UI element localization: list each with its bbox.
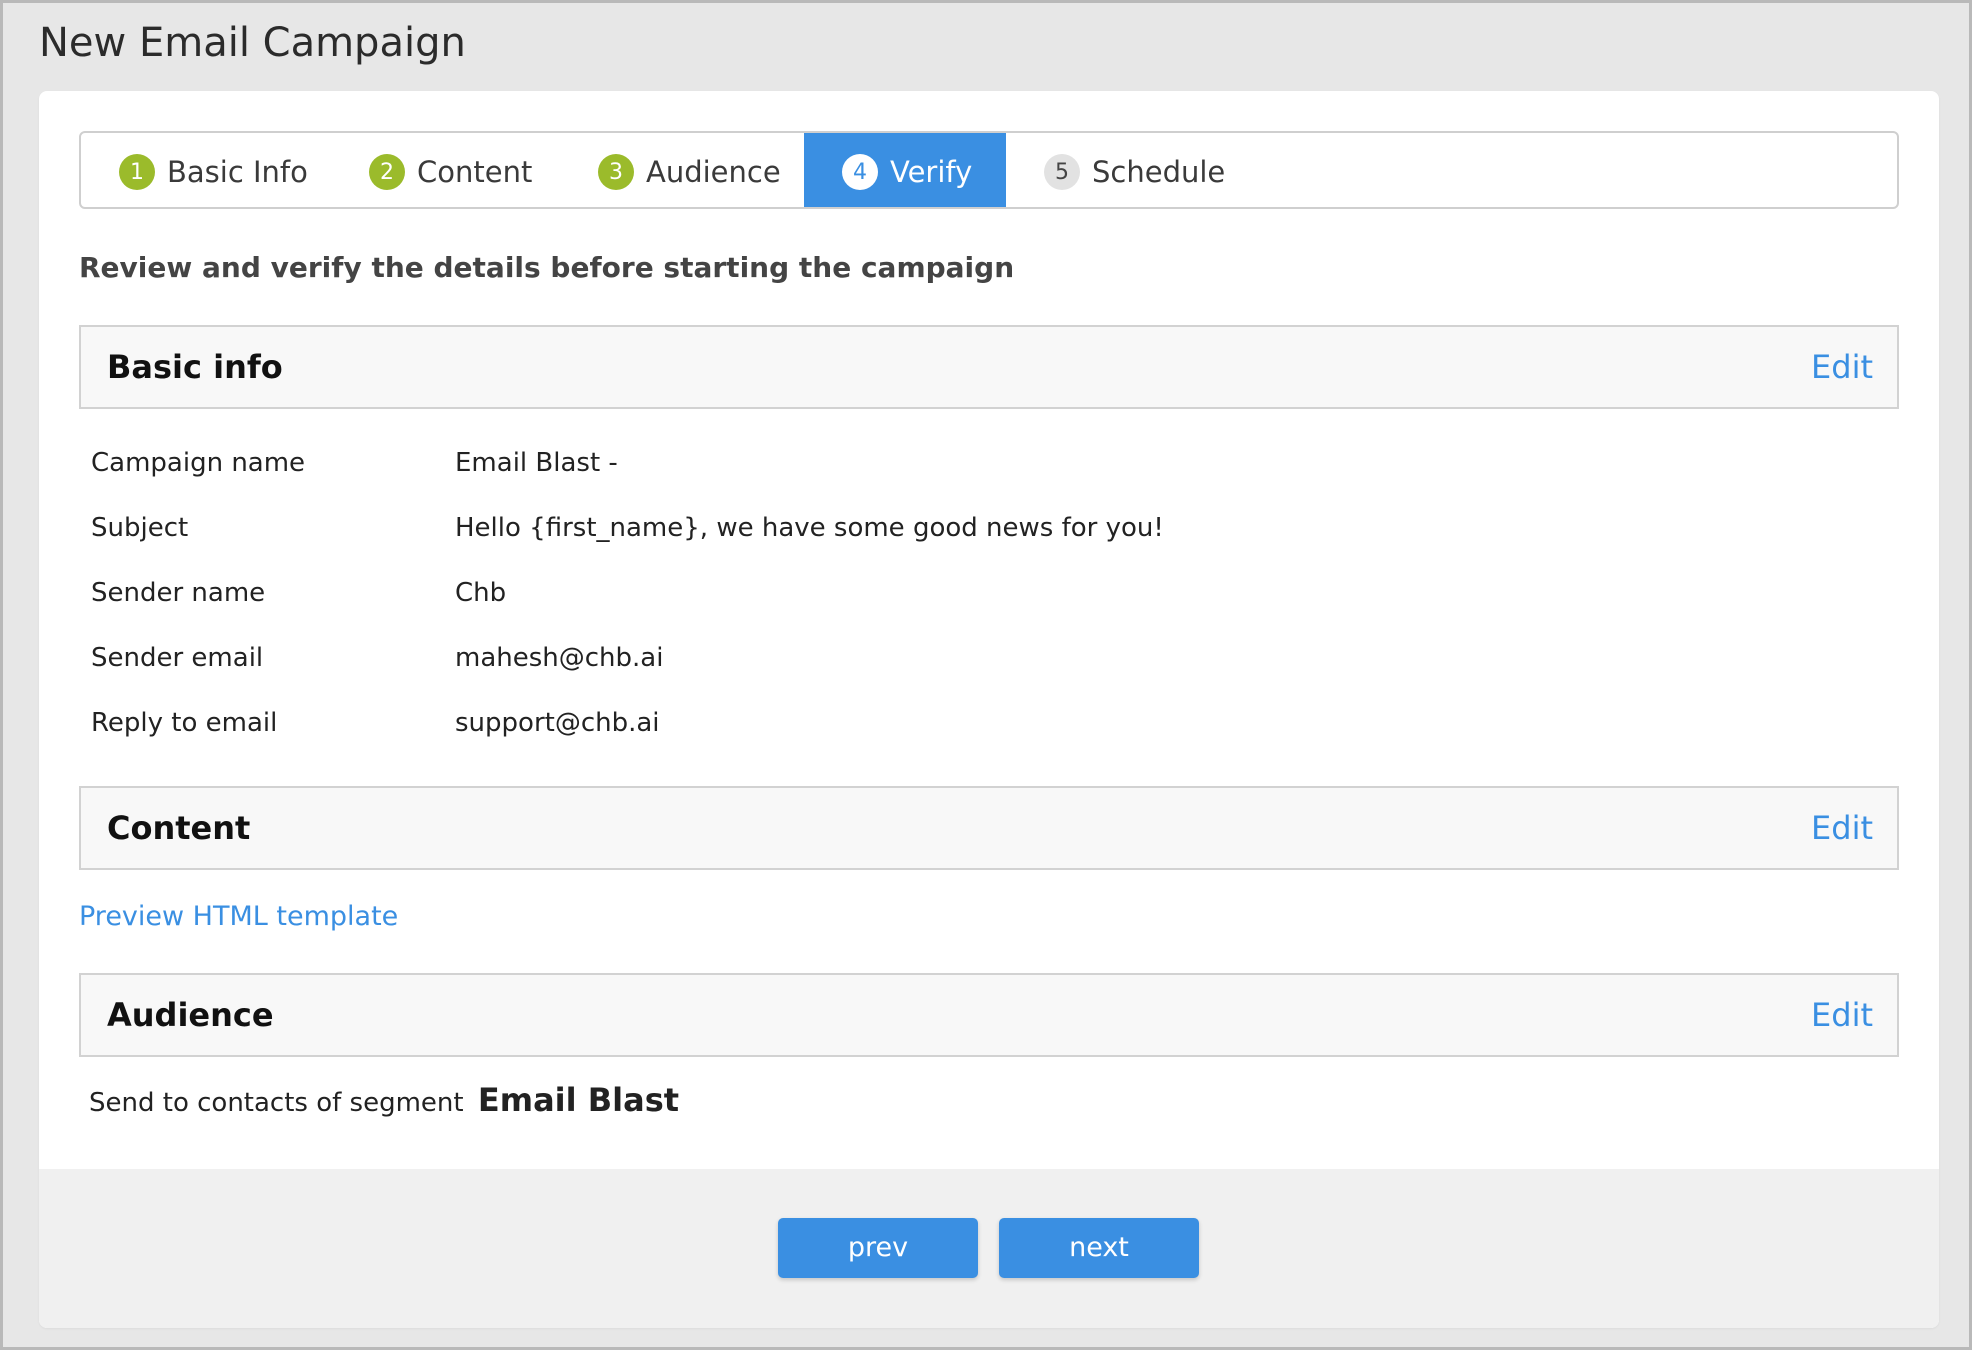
edit-audience-link[interactable]: Edit <box>1811 975 1873 1055</box>
step-number-badge: 5 <box>1044 154 1080 190</box>
step-label: Audience <box>646 155 781 189</box>
basic-info-section-header: Basic info Edit <box>79 325 1899 409</box>
detail-value: support@chb.ai <box>455 708 660 738</box>
detail-value: mahesh@chb.ai <box>455 643 664 673</box>
detail-label: Reply to email <box>91 708 278 738</box>
preview-html-template-link[interactable]: Preview HTML template <box>79 901 398 932</box>
edit-content-link[interactable]: Edit <box>1811 788 1873 868</box>
app-window: New Email Campaign 1 Basic Info 2 Conten… <box>0 0 1972 1350</box>
content-section-header: Content Edit <box>79 786 1899 870</box>
step-content[interactable]: 2 Content <box>331 133 560 207</box>
step-audience[interactable]: 3 Audience <box>560 133 804 207</box>
step-number-badge: 3 <box>598 154 634 190</box>
detail-label: Sender name <box>91 578 266 608</box>
section-title: Content <box>107 809 251 847</box>
campaign-card: 1 Basic Info 2 Content 3 Audience 4 Veri… <box>39 91 1939 1328</box>
section-title: Basic info <box>107 348 283 386</box>
verify-instructions: Review and verify the details before sta… <box>79 251 1015 284</box>
step-number-badge: 4 <box>842 154 878 190</box>
detail-value: Chb <box>455 578 507 608</box>
step-label: Verify <box>890 155 973 189</box>
detail-value: Email Blast - <box>455 448 618 478</box>
prev-button[interactable]: prev <box>778 1218 978 1278</box>
segment-name: Email Blast <box>477 1081 680 1119</box>
detail-label: Subject <box>91 513 189 543</box>
edit-basic-info-link[interactable]: Edit <box>1811 327 1873 407</box>
step-label: Schedule <box>1092 155 1226 189</box>
wizard-footer: prev next <box>39 1169 1939 1328</box>
step-schedule[interactable]: 5 Schedule <box>1006 133 1256 207</box>
detail-value: Hello {first_name}, we have some good ne… <box>455 513 1164 543</box>
next-button[interactable]: next <box>999 1218 1199 1278</box>
detail-label: Campaign name <box>91 448 306 478</box>
detail-label: Sender email <box>91 643 264 673</box>
step-basic-info[interactable]: 1 Basic Info <box>81 133 331 207</box>
step-number-badge: 2 <box>369 154 405 190</box>
page-title: New Email Campaign <box>39 20 466 66</box>
audience-section-header: Audience Edit <box>79 973 1899 1057</box>
wizard-stepper: 1 Basic Info 2 Content 3 Audience 4 Veri… <box>79 131 1899 209</box>
step-label: Content <box>417 155 533 189</box>
section-title: Audience <box>107 996 274 1034</box>
step-verify[interactable]: 4 Verify <box>804 133 1006 207</box>
audience-prefix: Send to contacts of segment <box>89 1088 464 1118</box>
step-number-badge: 1 <box>119 154 155 190</box>
step-label: Basic Info <box>167 155 308 189</box>
audience-summary: Send to contacts of segment Email Blast <box>89 1081 679 1119</box>
